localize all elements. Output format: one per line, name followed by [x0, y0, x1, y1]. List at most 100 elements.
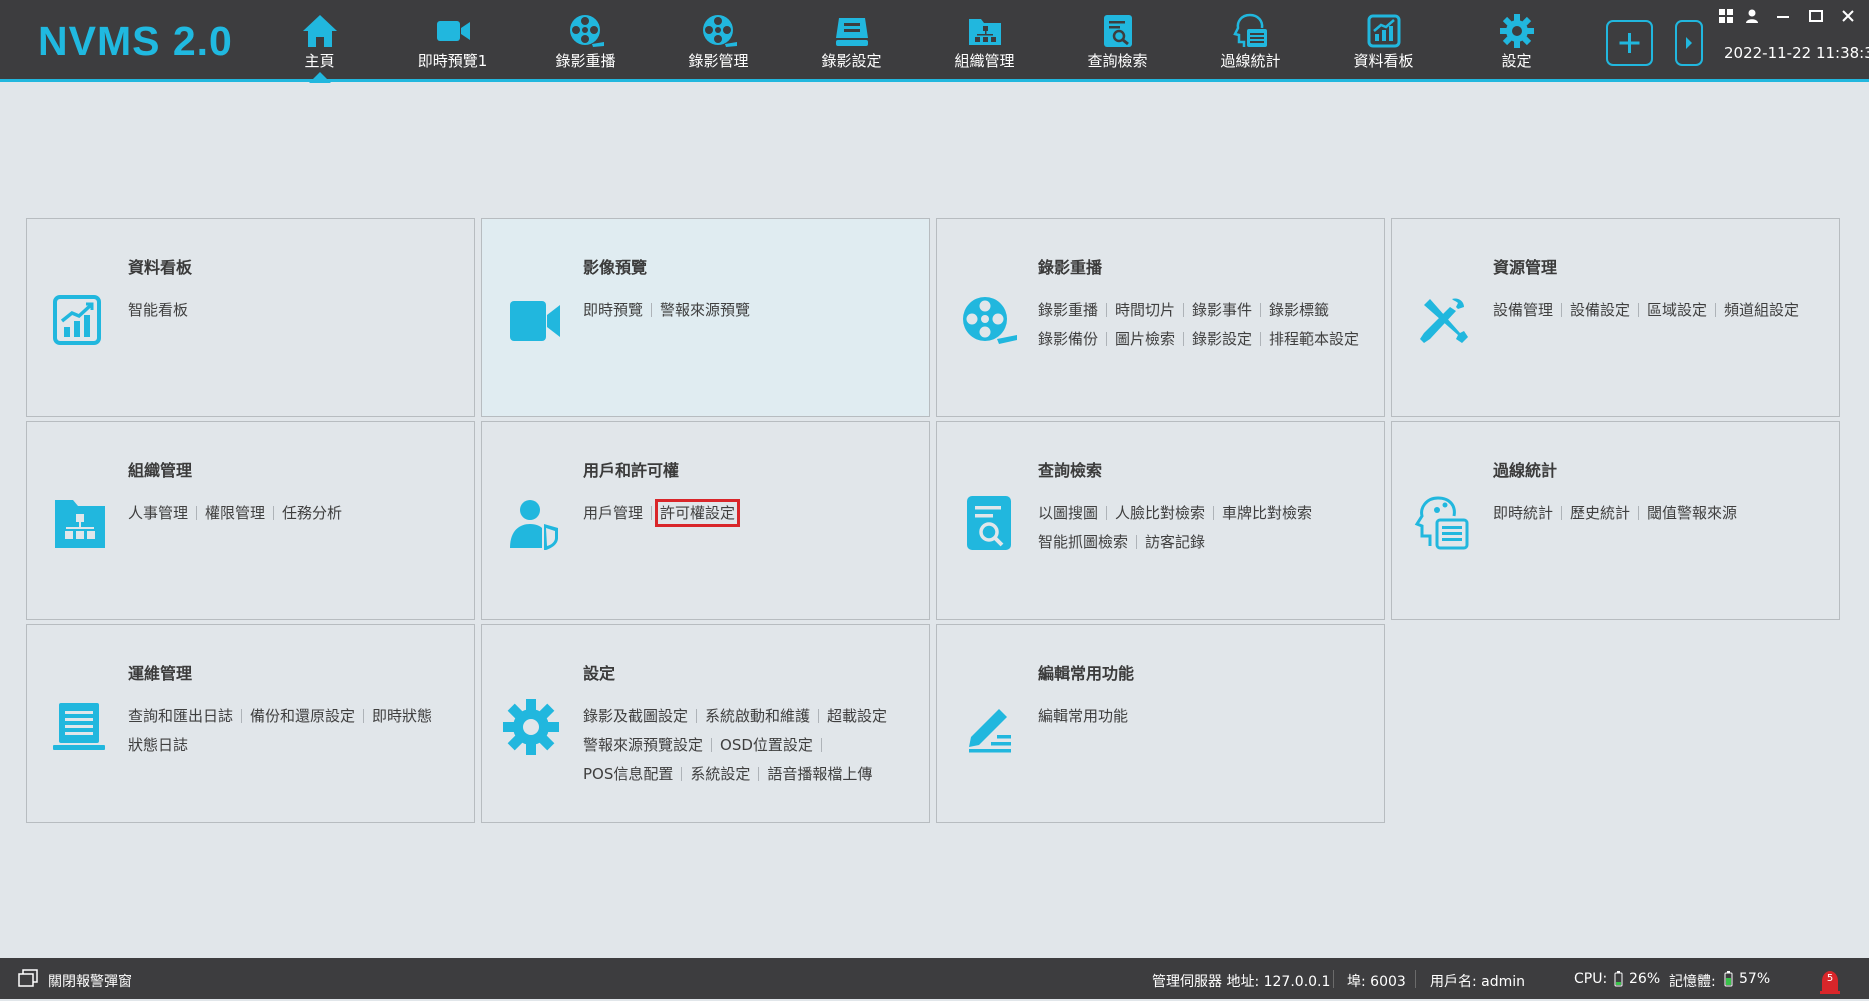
link-realtime-statistics[interactable]: 即時統計 [1493, 504, 1553, 522]
link-osd-position-settings[interactable]: OSD位置設定 [720, 736, 813, 754]
link-personnel-management[interactable]: 人事管理 [128, 504, 188, 522]
link-backup-restore-settings[interactable]: 備份和還原設定 [250, 707, 355, 725]
user-icon[interactable] [1744, 8, 1760, 24]
link-alarm-source-preview[interactable]: 警報來源預覽 [660, 301, 750, 319]
card-dashboard: 資料看板 智能看板 [26, 218, 475, 417]
minimize-icon[interactable] [1775, 8, 1791, 24]
memory-usage: 57% [1739, 971, 1771, 987]
link-history-statistics[interactable]: 歷史統計 [1570, 504, 1630, 522]
close-alarm-popup-icon[interactable] [18, 969, 38, 988]
maximize-icon[interactable] [1808, 8, 1824, 24]
separator [1415, 970, 1416, 988]
card-edit-favorites: 編輯常用功能 編輯常用功能 [936, 624, 1385, 823]
dashboard-chart-icon [1367, 14, 1401, 48]
link-permission-management[interactable]: 權限管理 [205, 504, 265, 522]
nav-item-recording-management[interactable]: 錄影管理 [652, 0, 785, 82]
link-recording-events[interactable]: 錄影事件 [1192, 301, 1252, 319]
link-overload-settings[interactable]: 超載設定 [827, 707, 887, 725]
card-settings: 設定 錄影及截圖設定 系統啟動和維護 超載設定 警報來源預覽設定 OSD位置設定 PO… [481, 624, 930, 823]
link-image-search[interactable]: 圖片檢索 [1115, 330, 1175, 348]
link-user-management[interactable]: 用戶管理 [583, 504, 643, 522]
org-folder-icon [55, 500, 105, 548]
nav-item-home[interactable]: 主頁 [253, 0, 386, 83]
link-time-slice[interactable]: 時間切片 [1115, 301, 1175, 319]
nav-label: 主頁 [304, 52, 335, 70]
expand-button[interactable] [1675, 20, 1703, 66]
separator [1561, 506, 1563, 520]
card-resource-management: 資源管理 設備管理 設備設定 區域設定 頻道組設定 [1391, 218, 1840, 417]
link-area-settings[interactable]: 區域設定 [1647, 301, 1707, 319]
separator [818, 709, 820, 723]
card-links: 智能看板 [128, 296, 468, 325]
layout-grid-icon[interactable] [1718, 8, 1734, 24]
cpu-battery-icon [1614, 971, 1623, 987]
nav-item-recording-settings[interactable]: 錄影設定 [785, 0, 918, 82]
link-permission-settings[interactable]: 許可權設定 [655, 499, 741, 527]
separator [1106, 506, 1108, 520]
nav-item-settings[interactable]: 設定 [1450, 0, 1583, 82]
tools-icon [1420, 298, 1468, 343]
separator [1333, 970, 1334, 988]
link-realtime-status[interactable]: 即時狀態 [372, 707, 432, 725]
nav-item-org-management[interactable]: 組織管理 [918, 0, 1051, 82]
link-device-management[interactable]: 設備管理 [1493, 301, 1553, 319]
nav-label: 錄影重播 [555, 52, 616, 70]
link-recording-tags[interactable]: 錄影標籤 [1269, 301, 1329, 319]
cpu-label: CPU: [1574, 971, 1608, 987]
app-logo: NVMS 2.0 [38, 18, 233, 64]
card-links: 即時統計 歷史統計 閾值警報來源 [1493, 499, 1833, 528]
link-edit-favorites[interactable]: 編輯常用功能 [1038, 707, 1128, 725]
separator [681, 767, 683, 781]
nav-item-live-preview[interactable]: 即時預覽1 [386, 0, 519, 82]
nav-item-dashboard[interactable]: 資料看板 [1317, 0, 1450, 82]
link-threshold-alarm-source[interactable]: 閾值警報來源 [1647, 504, 1737, 522]
link-channel-group-settings[interactable]: 頻道組設定 [1724, 301, 1799, 319]
link-smart-dashboard[interactable]: 智能看板 [128, 301, 188, 319]
separator [1561, 303, 1563, 317]
link-device-settings[interactable]: 設備設定 [1570, 301, 1630, 319]
card-links: 用戶管理 許可權設定 [583, 499, 923, 528]
search-document-icon [1104, 15, 1132, 47]
link-schedule-template-settings[interactable]: 排程範本設定 [1269, 330, 1359, 348]
link-task-analysis[interactable]: 任務分析 [282, 504, 342, 522]
alarm-bell-button[interactable]: 5 [1818, 967, 1842, 997]
recording-settings-icon [836, 18, 868, 46]
nav-item-search[interactable]: 查詢檢索 [1051, 0, 1184, 82]
link-alarm-source-preview-settings[interactable]: 警報來源預覽設定 [583, 736, 703, 754]
line-statistics-icon [1414, 496, 1469, 550]
line-statistics-icon [1233, 13, 1267, 47]
nav-item-playback[interactable]: 錄影重播 [519, 0, 652, 82]
link-visitor-records[interactable]: 訪客記錄 [1145, 533, 1205, 551]
card-title: 設定 [583, 664, 616, 683]
link-status-log[interactable]: 狀態日誌 [128, 736, 188, 754]
link-recording-snapshot-settings[interactable]: 錄影及截圖設定 [583, 707, 688, 725]
nav-label: 即時預覽1 [417, 52, 488, 70]
link-recording-settings[interactable]: 錄影設定 [1192, 330, 1252, 348]
link-smart-snapshot-search[interactable]: 智能抓圖檢索 [1038, 533, 1128, 551]
separator [273, 506, 275, 520]
home-icon [303, 15, 337, 47]
link-plate-comparison-search[interactable]: 車牌比對檢索 [1222, 504, 1312, 522]
link-playback[interactable]: 錄影重播 [1038, 301, 1098, 319]
video-camera-icon [437, 21, 470, 41]
link-search-by-image[interactable]: 以圖搜圖 [1038, 504, 1098, 522]
close-alarm-popup-button[interactable]: 關閉報警彈窗 [48, 971, 132, 991]
link-pos-config[interactable]: POS信息配置 [583, 765, 673, 783]
chevron-right-icon [1686, 37, 1692, 49]
link-recording-backup[interactable]: 錄影備份 [1038, 330, 1098, 348]
link-system-startup-maintenance[interactable]: 系統啟動和維護 [705, 707, 810, 725]
link-live-preview[interactable]: 即時預覽 [583, 301, 643, 319]
link-face-comparison-search[interactable]: 人臉比對檢索 [1115, 504, 1205, 522]
nav-item-line-statistics[interactable]: 過線統計 [1184, 0, 1317, 82]
card-users-permissions: 用戶和許可權 用戶管理 許可權設定 [481, 421, 930, 620]
close-icon[interactable] [1840, 8, 1856, 24]
cpu-usage: 26% [1629, 971, 1661, 987]
link-system-settings[interactable]: 系統設定 [690, 765, 750, 783]
card-title: 編輯常用功能 [1038, 664, 1135, 683]
link-query-export-logs[interactable]: 查詢和匯出日誌 [128, 707, 233, 725]
separator [1260, 303, 1262, 317]
film-reel-icon [570, 15, 604, 47]
add-button[interactable] [1606, 20, 1653, 66]
separator [363, 709, 365, 723]
link-voice-broadcast-upload[interactable]: 語音播報檔上傳 [767, 765, 872, 783]
